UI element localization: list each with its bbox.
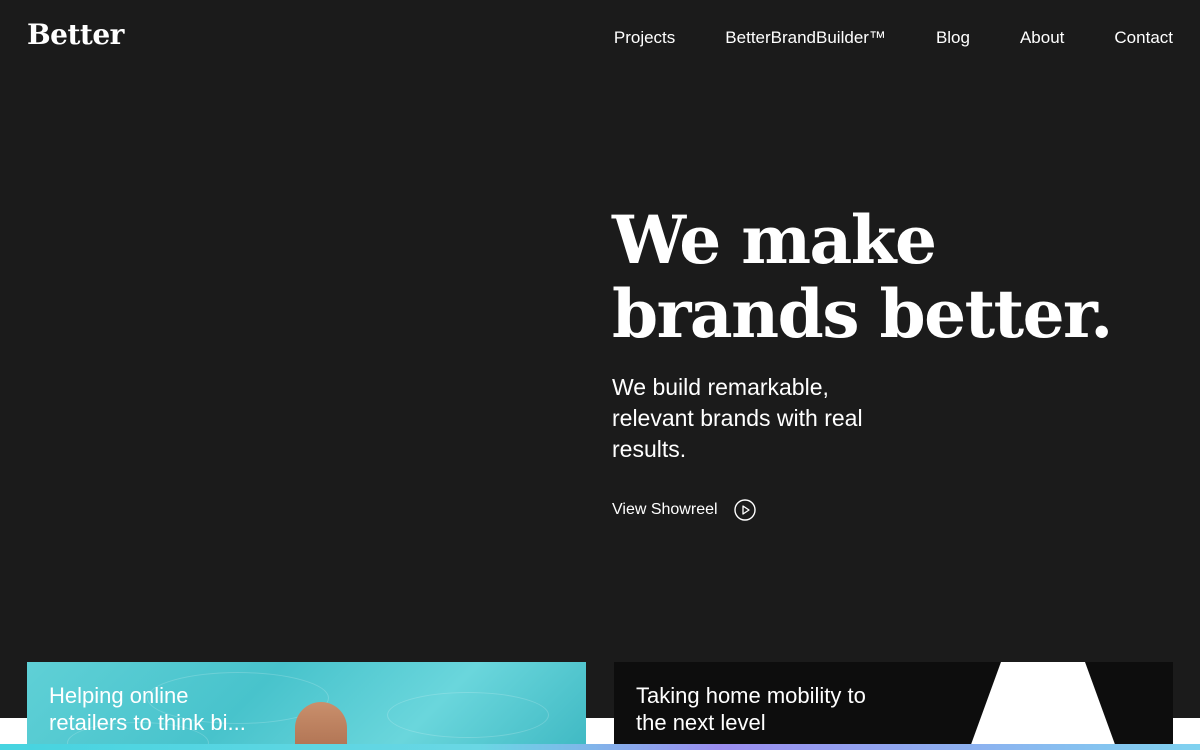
hero-title-line-1: We make — [612, 201, 937, 279]
project-card-online-retailers[interactable]: Helping online retailers to think bi... — [27, 662, 586, 750]
view-showreel-label: View Showreel — [612, 501, 718, 518]
main-nav: Projects BetterBrandBuilder™ Blog About … — [614, 27, 1173, 49]
nav-item-blog[interactable]: Blog — [936, 27, 970, 49]
hero-title: We make brands better. — [612, 201, 1113, 353]
view-showreel-button[interactable]: View Showreel — [612, 498, 756, 522]
nav-item-projects[interactable]: Projects — [614, 27, 675, 49]
card-title: Taking home mobility to the next level — [636, 683, 866, 735]
nav-item-contact[interactable]: Contact — [1114, 27, 1173, 49]
project-card-home-mobility[interactable]: Taking home mobility to the next level — [614, 662, 1173, 750]
hero-subtitle: We build remarkable, relevant brands wit… — [612, 374, 863, 462]
card-title: Helping online retailers to think bi... — [49, 683, 246, 735]
hero-title-line-2: brands better. — [612, 275, 1113, 353]
nav-item-about[interactable]: About — [1020, 27, 1064, 49]
bottom-gradient-bar — [0, 744, 1200, 750]
play-circle-icon — [733, 499, 756, 521]
thumb-image — [295, 702, 347, 750]
white-trapezoid-graphic — [969, 662, 1117, 750]
page: Better Projects BetterBrandBuilder™ Blog… — [0, 0, 1200, 750]
brand-logo[interactable]: Better — [27, 18, 124, 51]
nav-item-betterbrandbuilder[interactable]: BetterBrandBuilder™ — [725, 27, 886, 49]
water-ripple — [387, 692, 549, 738]
